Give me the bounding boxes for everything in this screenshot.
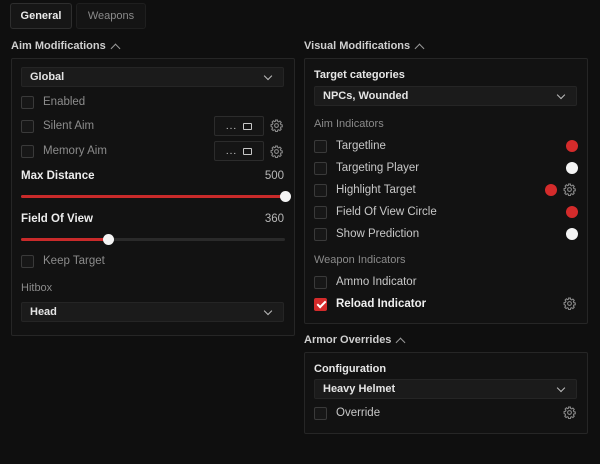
silent-aim-row[interactable]: Silent Aim — [21, 118, 94, 134]
gear-icon[interactable] — [270, 145, 283, 158]
override-label: Override — [336, 407, 381, 419]
aim-modifications-header[interactable]: Aim Modifications — [11, 40, 121, 53]
tab-general[interactable]: General — [10, 3, 72, 29]
targeting-player-checkbox[interactable] — [314, 161, 327, 175]
memory-aim-row[interactable]: Memory Aim — [21, 143, 107, 159]
show-prediction-checkbox[interactable] — [314, 227, 327, 241]
show-prediction-row[interactable]: Show Prediction — [314, 226, 419, 242]
configuration-select[interactable]: Heavy Helmet — [314, 379, 577, 399]
targeting-player-label: Targeting Player — [336, 162, 420, 174]
target-categories-select[interactable]: NPCs, Wounded — [314, 86, 577, 106]
keep-target-checkbox[interactable] — [21, 254, 34, 268]
memory-aim-key-text: ... — [225, 145, 238, 157]
ammo-indicator-label: Ammo Indicator — [336, 276, 417, 288]
fov-circle-color-swatch[interactable] — [566, 206, 578, 218]
show-prediction-label: Show Prediction — [336, 228, 420, 240]
highlight-target-checkbox[interactable] — [314, 183, 327, 197]
gear-icon[interactable] — [563, 406, 576, 419]
chevron-up-icon — [110, 43, 121, 53]
max-distance-slider-fill — [21, 195, 285, 198]
fov-circle-row[interactable]: Field Of View Circle — [314, 204, 437, 220]
fov-circle-label: Field Of View Circle — [336, 206, 437, 218]
chevron-up-icon — [395, 337, 406, 347]
chevron-down-icon — [556, 383, 566, 393]
max-distance-slider[interactable] — [21, 191, 291, 202]
silent-aim-key-text: ... — [225, 120, 238, 132]
keep-target-label: Keep Target — [43, 255, 105, 267]
silent-aim-label: Silent Aim — [43, 120, 95, 132]
field-of-view-label: Field Of View — [21, 213, 93, 225]
weapon-indicators-label: Weapon Indicators — [314, 254, 406, 266]
targeting-player-color-swatch[interactable] — [566, 162, 578, 174]
highlight-target-row[interactable]: Highlight Target — [314, 182, 416, 198]
max-distance-slider-handle[interactable] — [280, 191, 291, 202]
hitbox-label: Hitbox — [21, 282, 53, 294]
reload-indicator-row[interactable]: Reload Indicator — [314, 296, 426, 312]
silent-aim-keybind[interactable]: ... — [214, 116, 264, 136]
chevron-down-icon — [263, 306, 273, 316]
fov-circle-checkbox[interactable] — [314, 205, 327, 219]
aim-mode-value: Global — [30, 71, 65, 83]
armor-overrides-header[interactable]: Armor Overrides — [304, 334, 406, 347]
armor-overrides-title: Armor Overrides — [304, 334, 392, 346]
targetline-checkbox[interactable] — [314, 139, 327, 153]
ammo-indicator-checkbox[interactable] — [314, 275, 327, 289]
targeting-player-row[interactable]: Targeting Player — [314, 160, 419, 176]
aim-indicators-label: Aim Indicators — [314, 118, 384, 130]
configuration-value: Heavy Helmet — [323, 383, 396, 395]
memory-aim-label: Memory Aim — [43, 145, 107, 157]
chevron-down-icon — [263, 71, 273, 81]
memory-aim-checkbox[interactable] — [21, 144, 34, 158]
keyboard-icon — [243, 147, 253, 155]
highlight-target-color-swatch[interactable] — [545, 184, 557, 196]
gear-icon[interactable] — [563, 183, 576, 196]
memory-aim-keybind[interactable]: ... — [214, 141, 264, 161]
silent-aim-checkbox[interactable] — [21, 119, 34, 133]
hitbox-select[interactable]: Head — [21, 302, 284, 322]
field-of-view-slider[interactable] — [21, 234, 285, 245]
targetline-row[interactable]: Targetline — [314, 138, 386, 154]
ammo-indicator-row[interactable]: Ammo Indicator — [314, 274, 417, 290]
field-of-view-slider-fill — [21, 238, 109, 241]
gear-icon[interactable] — [563, 297, 576, 310]
target-categories-label: Target categories — [314, 69, 405, 81]
enabled-row[interactable]: Enabled — [21, 94, 85, 110]
field-of-view-value: 360 — [264, 213, 284, 225]
keep-target-row[interactable]: Keep Target — [21, 253, 105, 269]
highlight-target-label: Highlight Target — [336, 184, 416, 196]
targetline-label: Targetline — [336, 140, 386, 152]
aim-mode-select[interactable]: Global — [21, 67, 284, 87]
hitbox-value: Head — [30, 306, 57, 318]
enabled-label: Enabled — [43, 96, 86, 108]
configuration-label: Configuration — [314, 363, 387, 375]
tab-weapons[interactable]: Weapons — [76, 3, 146, 29]
target-categories-value: NPCs, Wounded — [323, 90, 409, 102]
keyboard-icon — [243, 122, 253, 130]
visual-modifications-title: Visual Modifications — [304, 40, 411, 52]
override-row[interactable]: Override — [314, 405, 380, 421]
enabled-checkbox[interactable] — [21, 95, 34, 109]
visual-modifications-header[interactable]: Visual Modifications — [304, 40, 425, 53]
override-checkbox[interactable] — [314, 406, 327, 420]
max-distance-value: 500 — [264, 170, 284, 182]
chevron-up-icon — [414, 43, 425, 53]
show-prediction-color-swatch[interactable] — [566, 228, 578, 240]
chevron-down-icon — [556, 90, 566, 100]
max-distance-label: Max Distance — [21, 170, 95, 182]
aim-modifications-title: Aim Modifications — [11, 40, 106, 52]
targetline-color-swatch[interactable] — [566, 140, 578, 152]
reload-indicator-checkbox[interactable] — [314, 297, 327, 311]
reload-indicator-label: Reload Indicator — [336, 298, 427, 310]
gear-icon[interactable] — [270, 119, 283, 132]
